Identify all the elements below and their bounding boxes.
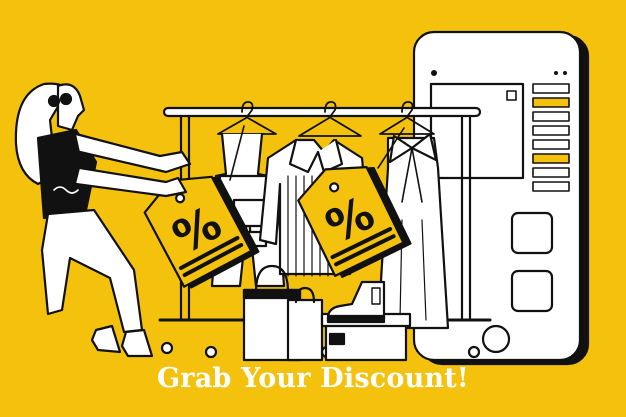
ankle-boot-icon (326, 280, 386, 324)
sale-illustration: % % (14, 30, 590, 366)
headline: Grab Your Discount! (157, 363, 469, 394)
